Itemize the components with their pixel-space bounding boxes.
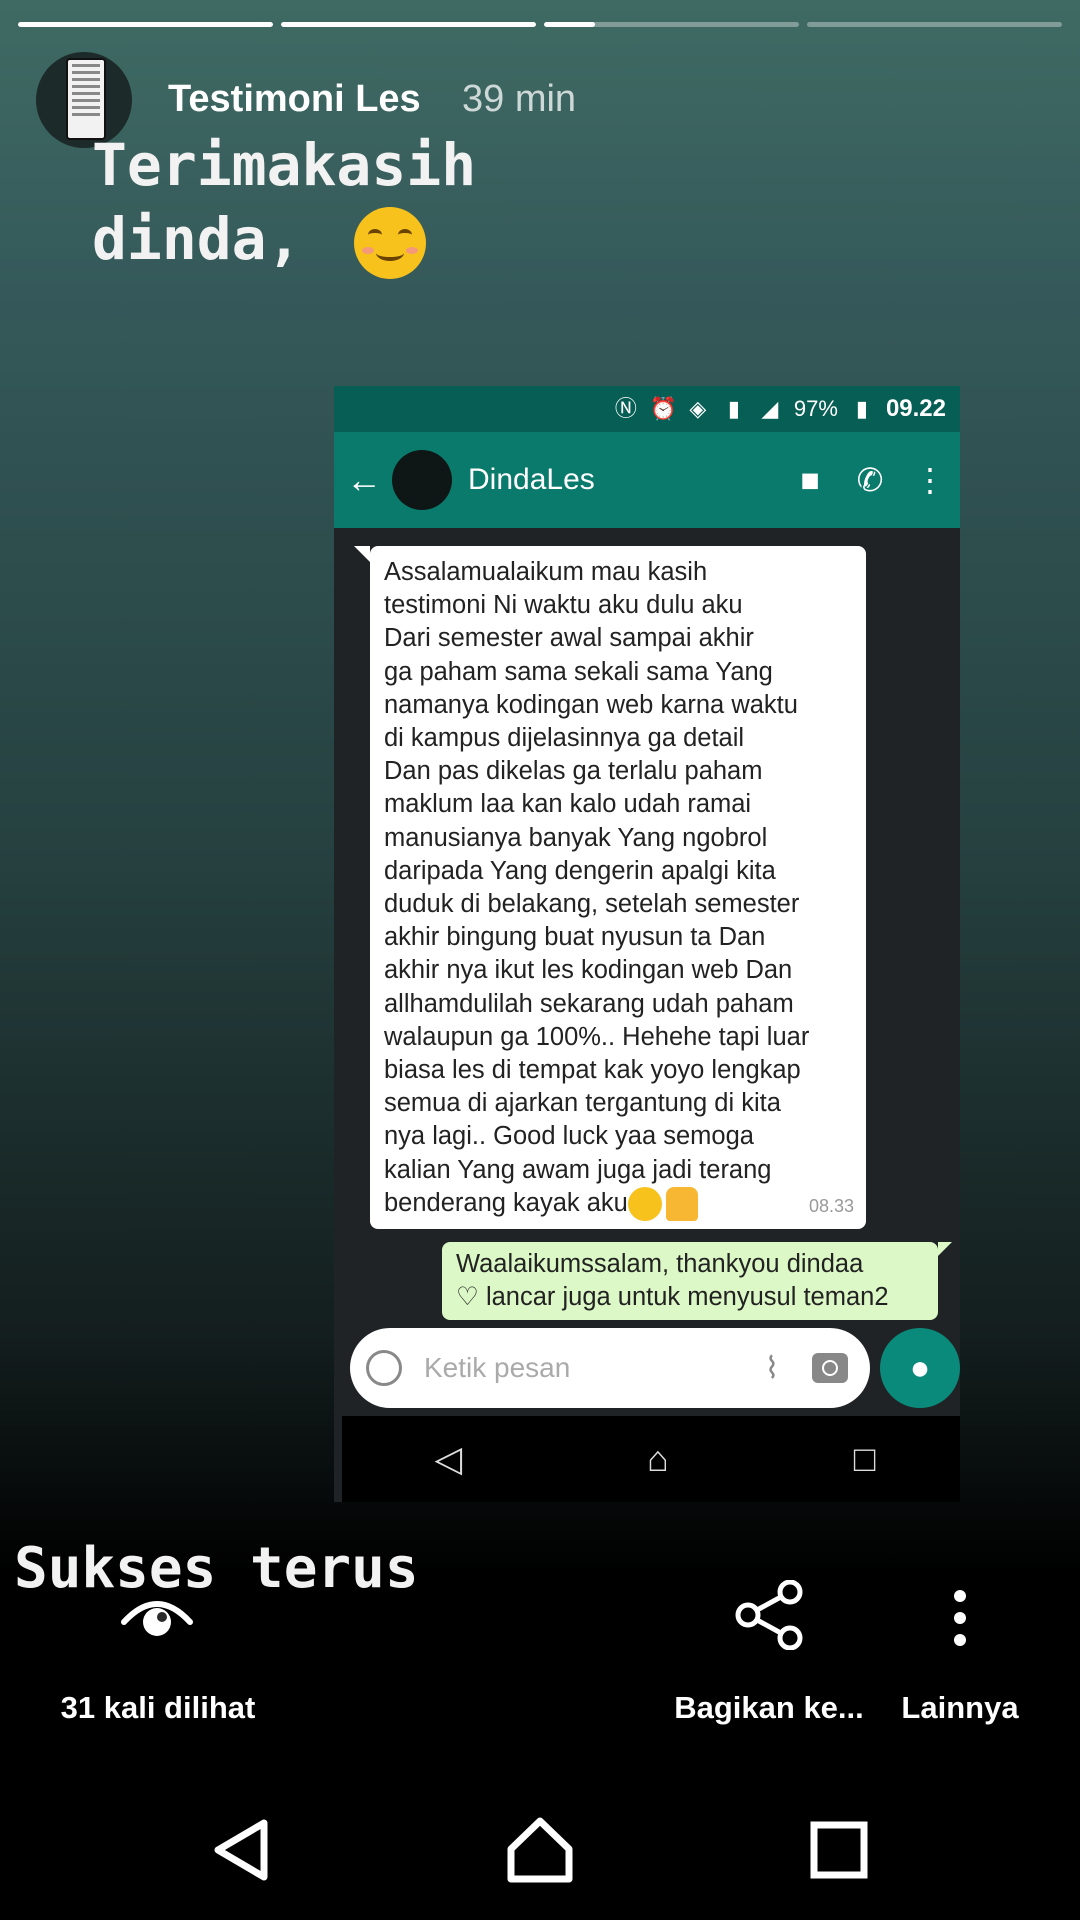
nfc-icon: Ⓝ — [614, 396, 637, 421]
incoming-line: benderang kayak aku — [384, 1187, 858, 1222]
nav-recents-icon[interactable] — [804, 1815, 874, 1885]
story-progress — [18, 22, 1062, 27]
view-count[interactable]: 31 kali dilihat — [0, 1690, 316, 1726]
alarm-icon: ⏰ — [649, 396, 678, 421]
camera-icon — [812, 1353, 848, 1383]
message-time: 08.33 — [808, 1195, 854, 1216]
progress-segment — [281, 22, 536, 27]
message-list: Assalamualaikum mau kasih testimoni Ni wa… — [334, 528, 960, 1328]
story-username[interactable]: Testimoni Les — [168, 78, 421, 121]
status-clock: 09.22 — [885, 395, 946, 422]
smiling-emoji-icon — [354, 206, 427, 279]
outgoing-message: Waalaikumssalam, thankyou dindaa ♡ lanca… — [442, 1242, 952, 1320]
grinning-emoji-icon — [627, 1187, 662, 1222]
incoming-line: Dan pas dikelas ga terlalu paham — [384, 757, 763, 786]
incoming-line: manusianya banyak Yang ngobrol — [384, 823, 768, 852]
incoming-line: di kampus dijelasinnya ga detail — [384, 724, 745, 753]
progress-segment — [807, 22, 1062, 27]
incoming-line: ga paham sama sekali sama Yang — [384, 657, 773, 686]
incoming-line: daripada Yang dengerin apalgi kita — [384, 856, 776, 885]
incoming-line: allhamdulilah sekarang udah paham — [384, 989, 794, 1018]
composer: Ketik pesan ⌇ ● — [334, 1322, 960, 1412]
progress-fill — [544, 22, 595, 27]
home-icon: ⌂ — [647, 1438, 669, 1479]
incoming-line: Assalamualaikum mau kasih — [384, 558, 708, 586]
mic-icon: ● — [880, 1328, 960, 1408]
share-button[interactable]: Bagikan ke... — [662, 1690, 876, 1726]
back-arrow-icon: ← — [346, 459, 382, 500]
system-nav-bar — [0, 1770, 1080, 1920]
incoming-line: nya lagi.. Good luck yaa semoga — [384, 1122, 754, 1151]
status-bar: Ⓝ ⏰ ◈ ▮ ◢ 97% ▮ 09.22 — [334, 386, 960, 432]
embedded-chat-screenshot: Ⓝ ⏰ ◈ ▮ ◢ 97% ▮ 09.22 ← DindaLes ■ ✆ ⋮ A… — [334, 386, 960, 1502]
progress-segment — [18, 22, 273, 27]
sim-icon: ▮ — [727, 396, 740, 421]
battery-icon: ▮ — [855, 396, 868, 421]
caption-line: dinda, — [92, 205, 302, 273]
progress-fill — [281, 22, 536, 27]
story-caption-top: Terimakasih dinda, — [92, 128, 476, 279]
incoming-line: Dari semester awal sampai akhir — [384, 624, 754, 653]
incoming-line: semua di ajarkan tergantung di kita — [384, 1089, 781, 1118]
more-vertical-icon[interactable] — [952, 1588, 968, 1648]
battery-percent: 97% — [793, 396, 838, 421]
overflow-menu-icon: ⋮ — [914, 462, 946, 498]
incoming-line: akhir nya ikut les kodingan web Dan — [384, 956, 793, 985]
incoming-line: akhir bingung buat nyusun ta Dan — [384, 923, 766, 952]
share-icon[interactable] — [734, 1580, 804, 1650]
nav-back-icon[interactable] — [208, 1815, 278, 1885]
caption-line: Terimakasih — [92, 131, 477, 199]
caption-line-with-emoji: dinda, — [92, 202, 476, 279]
message-input-placeholder: Ketik pesan — [424, 1352, 571, 1383]
story-timestamp: 39 min — [462, 78, 577, 120]
progress-fill — [18, 22, 273, 27]
attach-icon: ⌇ — [764, 1351, 780, 1385]
incoming-message: Assalamualaikum mau kasih testimoni Ni wa… — [354, 546, 866, 1230]
outgoing-line: Waalaikumssalam, thankyou dindaa — [456, 1250, 864, 1278]
contact-avatar — [392, 450, 452, 510]
recents-square-icon: □ — [853, 1438, 876, 1479]
emoji-icon — [366, 1350, 402, 1386]
thumbs-up-emoji-icon — [665, 1187, 698, 1222]
incoming-message-text: Assalamualaikum mau kasih testimoni Ni wa… — [384, 556, 858, 1222]
back-triangle-icon: ◁ — [434, 1438, 463, 1479]
outgoing-line: ♡ lancar juga untuk menyusul teman2 — [456, 1283, 889, 1311]
incoming-line: maklum laa kan kalo udah ramai — [384, 790, 752, 819]
wifi-icon: ◈ — [689, 396, 707, 421]
incoming-line: testimoni Ni waktu aku dulu aku — [384, 591, 743, 620]
more-button[interactable]: Lainnya — [890, 1690, 1030, 1726]
story-action-bar: 31 kali dilihat Bagikan ke... Lainnya — [0, 1580, 1080, 1740]
eye-icon[interactable] — [120, 1592, 194, 1638]
phone-call-icon: ✆ — [856, 462, 884, 498]
incoming-line: duduk di belakang, setelah semester — [384, 890, 800, 919]
contact-name: DindaLes — [468, 463, 595, 496]
chat-header: ← DindaLes ■ ✆ ⋮ — [334, 432, 960, 528]
incoming-line: biasa les di tempat kak yoyo lengkap — [384, 1056, 801, 1085]
incoming-line: walaupun ga 100%.. Hehehe tapi luar — [384, 1022, 810, 1051]
progress-segment — [544, 22, 799, 27]
nav-home-icon[interactable] — [505, 1815, 575, 1885]
message-input-box: Ketik pesan ⌇ — [350, 1328, 870, 1408]
screenshot-nav-bar: ◁ ⌂ □ — [342, 1416, 960, 1502]
incoming-line: kalian Yang awam juga jadi terang — [384, 1155, 772, 1184]
video-call-icon: ■ — [800, 461, 820, 498]
signal-icon: ◢ — [761, 396, 779, 421]
incoming-line: namanya kodingan web karna waktu — [384, 690, 798, 719]
